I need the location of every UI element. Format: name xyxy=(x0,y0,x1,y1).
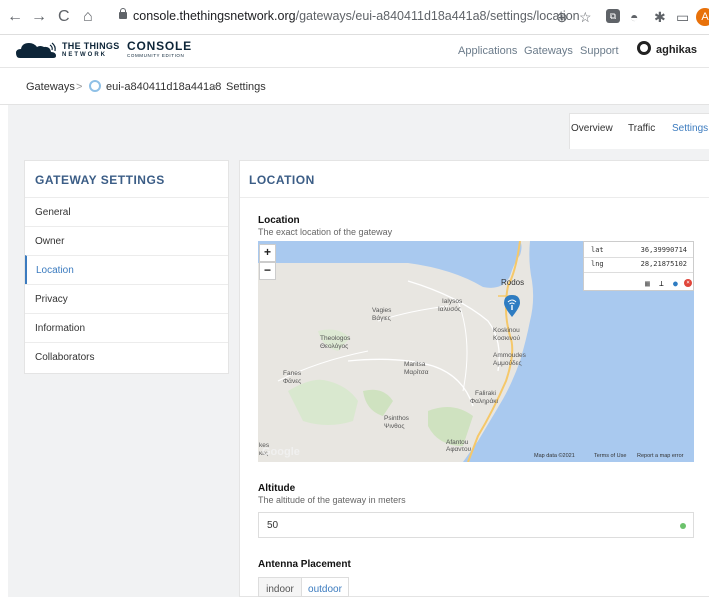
console-title: CONSOLE xyxy=(127,39,192,53)
tab-settings[interactable]: Settings xyxy=(672,123,708,134)
breadcrumb-separator: > xyxy=(211,81,218,93)
username[interactable]: aghikas xyxy=(656,44,697,56)
map-icon[interactable]: ▦ xyxy=(645,279,650,288)
map-terms-link[interactable]: Terms of Use xyxy=(594,453,626,459)
map-label-maritsa: Maritsa xyxy=(404,361,426,368)
map-label-koskinou-gr: Κοσκινού xyxy=(493,335,520,342)
lat-value[interactable]: 36,39990714 xyxy=(641,246,687,254)
google-logo: Google xyxy=(262,446,300,458)
antenna-outdoor-option[interactable]: outdoor xyxy=(301,577,349,597)
map-report-link[interactable]: Report a map error xyxy=(637,453,683,459)
sidebar-item-privacy[interactable]: Privacy xyxy=(25,284,228,313)
nav-gateways[interactable]: Gateways xyxy=(524,45,573,57)
user-icon[interactable] xyxy=(637,41,651,55)
map-label-psinthos-gr: Ψινθος xyxy=(384,423,405,430)
map-label-fanes-gr: Φάνες xyxy=(283,378,302,385)
back-icon[interactable]: ← xyxy=(7,8,23,26)
map-label-fanes: Fanes xyxy=(283,370,302,377)
browser-toolbar: ← → C ⌂ console.thethingsnetwork.org/gat… xyxy=(0,0,709,35)
star-icon[interactable]: ☆ xyxy=(579,9,592,25)
map-label-faliraki-gr: Φαληράκι xyxy=(470,398,498,405)
antenna-placement-label: Antenna Placement xyxy=(258,559,351,570)
map-label-theologos: Theologos xyxy=(320,335,351,342)
altitude-label: Altitude xyxy=(258,483,296,494)
app-header: THE THINGS NETWORK CONSOLE COMMUNITY EDI… xyxy=(0,35,709,68)
map-zoom-in-button[interactable]: + xyxy=(259,244,276,262)
puzzle-icon[interactable]: ✱ xyxy=(654,9,666,25)
lat-label: lat xyxy=(591,246,604,254)
valid-indicator-icon xyxy=(680,523,686,529)
gateway-marker-icon[interactable] xyxy=(504,295,520,317)
breadcrumb-separator: > xyxy=(76,81,83,93)
map-label-ammoudes-gr: Αμμούδες xyxy=(493,360,522,367)
home-icon[interactable]: ⌂ xyxy=(83,8,93,26)
panel-title: LOCATION xyxy=(249,173,315,187)
location-help: The exact location of the gateway xyxy=(258,227,393,237)
lng-value[interactable]: 28,21875102 xyxy=(641,260,687,268)
map-label-ialysos-gr: Ιαλυσός xyxy=(438,306,461,313)
breadcrumb-gateway-id[interactable]: eui-a840411d18a441a8 xyxy=(106,81,221,93)
map-label-koskinou: Koskinou xyxy=(493,327,520,334)
divider xyxy=(240,197,709,198)
breadcrumb: Gateways > eui-a840411d18a441a8 > Settin… xyxy=(0,68,709,105)
clear-icon[interactable]: × xyxy=(684,279,692,287)
map-label-vagies: Vagies xyxy=(372,307,392,314)
map-label-psinthos: Psinthos xyxy=(384,415,409,422)
settings-sidebar: GATEWAY SETTINGS General Owner Location … xyxy=(24,160,229,374)
divider xyxy=(584,272,693,273)
sidebar-item-location[interactable]: Location xyxy=(25,255,228,284)
nav-applications[interactable]: Applications xyxy=(458,45,517,57)
ghost-extension-icon[interactable]: ◓ xyxy=(630,9,638,25)
url-host: console.thethingsnetwork.org xyxy=(133,9,296,23)
brand-name: THE THINGS xyxy=(62,41,120,51)
reload-icon[interactable]: C xyxy=(58,8,70,26)
breadcrumb-gateways[interactable]: Gateways xyxy=(26,81,75,93)
console-edition: COMMUNITY EDITION xyxy=(127,53,185,58)
altitude-help: The altitude of the gateway in meters xyxy=(258,495,406,505)
map-zoom-out-button[interactable]: − xyxy=(259,262,276,280)
tab-traffic[interactable]: Traffic xyxy=(628,123,655,134)
url-path: /gateways/eui-a840411d18a441a8/settings/… xyxy=(295,9,580,23)
address-bar[interactable]: console.thethingsnetwork.org/gateways/eu… xyxy=(133,9,580,23)
map-label-vagies-gr: Βάγιες xyxy=(372,315,391,322)
sidebar-title: GATEWAY SETTINGS xyxy=(35,173,165,187)
altitude-value: 50 xyxy=(267,520,279,531)
lng-label: lng xyxy=(591,260,604,268)
gateway-icon xyxy=(89,80,101,92)
brand-network: NETWORK xyxy=(62,52,107,58)
lock-icon[interactable] xyxy=(119,8,127,19)
divider xyxy=(584,257,693,258)
map-label-faliraki: Faliraki xyxy=(475,390,496,397)
pin-icon[interactable]: ⊥ xyxy=(659,279,664,288)
map-data-credit: Map data ©2021 xyxy=(534,453,575,459)
profile-avatar[interactable]: A xyxy=(696,8,709,26)
extension-icon[interactable]: ⧉ xyxy=(606,9,620,23)
coordinates-box: lat 36,39990714 lng 28,21875102 ▦ ⊥ ● × xyxy=(583,241,694,291)
breadcrumb-current: Settings xyxy=(226,81,266,93)
ttn-logo-icon[interactable] xyxy=(16,41,58,59)
zoom-icon[interactable]: ⊕ xyxy=(556,9,568,25)
map-label-afantou-gr: Αφαντου xyxy=(446,446,472,453)
map-label-afantou: Afantou xyxy=(446,439,469,446)
map-label-theologos-gr: Θεολόγος xyxy=(320,343,349,350)
tab-overview[interactable]: Overview xyxy=(571,123,613,134)
antenna-indoor-option[interactable]: indoor xyxy=(258,577,302,597)
nav-support[interactable]: Support xyxy=(580,45,619,57)
sidebar-item-general[interactable]: General xyxy=(25,197,228,226)
altitude-input[interactable]: 50 xyxy=(258,512,694,538)
sidebar-item-owner[interactable]: Owner xyxy=(25,226,228,255)
gateway-tabs: Overview Traffic Settings xyxy=(8,105,709,149)
sidebar-item-information[interactable]: Information xyxy=(25,313,228,342)
map-label-maritsa-gr: Μαρίτσα xyxy=(404,369,429,376)
map-label-ialysos: Ialysos xyxy=(442,298,463,305)
forward-icon[interactable]: → xyxy=(31,8,47,26)
map-label-rodos: Rodos xyxy=(501,278,525,287)
cast-icon[interactable]: ▭ xyxy=(676,9,689,25)
marker-icon[interactable]: ● xyxy=(673,279,678,288)
location-label: Location xyxy=(258,215,300,226)
map-label-ammoudes: Ammoudes xyxy=(493,352,526,359)
sidebar-item-collaborators[interactable]: Collaborators xyxy=(25,342,228,371)
